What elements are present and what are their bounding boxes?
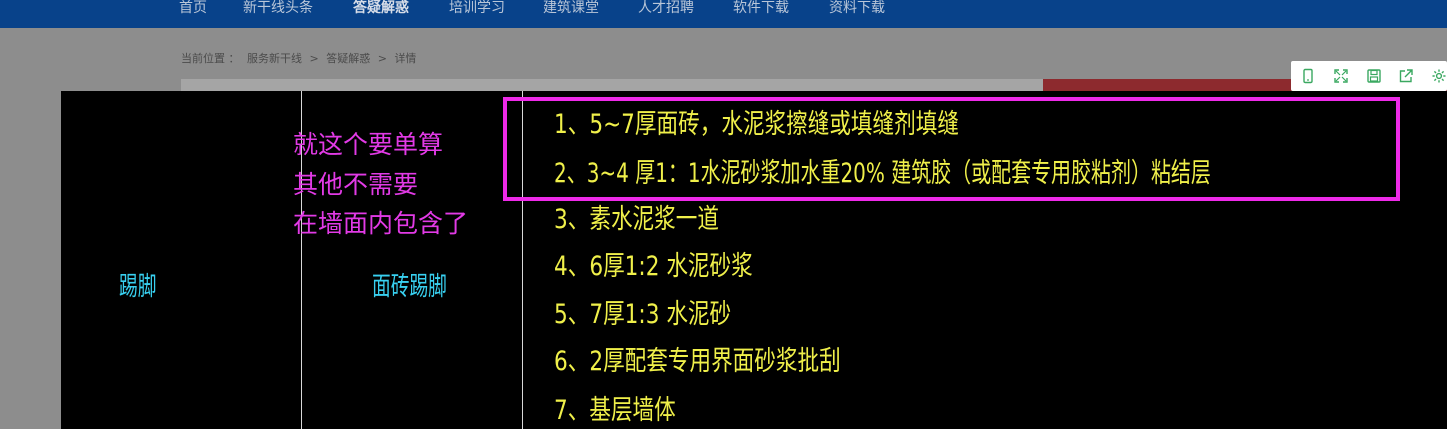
nav-item-qa[interactable]: 答疑解惑 xyxy=(353,0,409,19)
annotation-note: 就这个要单算 xyxy=(293,130,444,159)
settings-icon[interactable] xyxy=(1431,68,1447,84)
cad-col1-label: 踢脚 xyxy=(119,272,157,302)
layer-line: 1、5~7厚面砖，水泥浆擦缝或填缝剂填缝 xyxy=(554,109,959,140)
breadcrumb-separator: > xyxy=(309,52,319,65)
annotation-note: 其他不需要 xyxy=(293,170,419,199)
page: 首页 新干线头条 答疑解惑 培训学习 建筑课堂 人才招聘 软件下载 资料下载 当… xyxy=(0,0,1447,429)
layer-line: 3、素水泥浆一道 xyxy=(554,204,719,235)
nav-item-jobs[interactable]: 人才招聘 xyxy=(638,0,694,19)
nav-item-headlines[interactable]: 新干线头条 xyxy=(243,0,313,19)
cad-drawing-image: 踢脚 面砖踢脚 就这个要单算 其他不需要 在墙面内包含了 1、5~7厚面砖，水泥… xyxy=(61,91,1447,429)
nav-item-home[interactable]: 首页 xyxy=(179,0,207,19)
nav-item-training[interactable]: 培训学习 xyxy=(449,0,505,19)
phone-icon[interactable] xyxy=(1300,68,1316,84)
nav-item-classroom[interactable]: 建筑课堂 xyxy=(543,0,599,19)
share-icon[interactable] xyxy=(1398,68,1414,84)
layer-line: 5、7厚1:3 水泥砂 xyxy=(554,299,732,330)
breadcrumb-item[interactable]: 答疑解惑 xyxy=(326,52,370,65)
breadcrumb: 当前位置 ： 服务新干线 > 答疑解惑 > 详情 xyxy=(181,50,420,68)
fullscreen-icon[interactable] xyxy=(1333,68,1349,84)
layer-line: 6、2厚配套专用界面砂浆批刮 xyxy=(554,346,841,377)
cad-col2-label: 面砖踢脚 xyxy=(372,272,447,302)
layer-line: 7、基层墙体 xyxy=(554,395,676,426)
save-icon[interactable] xyxy=(1366,68,1382,84)
breadcrumb-item[interactable]: 服务新干线 xyxy=(247,52,302,65)
image-toolbar xyxy=(1291,61,1447,91)
breadcrumb-separator: > xyxy=(377,52,387,65)
top-nav: 首页 新干线头条 答疑解惑 培训学习 建筑课堂 人才招聘 软件下载 资料下载 xyxy=(0,0,1447,28)
layer-line: 4、6厚1:2 水泥砂浆 xyxy=(554,251,753,282)
nav-item-software[interactable]: 软件下载 xyxy=(733,0,789,19)
layer-line: 2、3~4 厚1：1水泥砂浆加水重20% 建筑胶（或配套专用胶粘剂）粘结层 xyxy=(554,158,1211,189)
nav-item-downloads[interactable]: 资料下载 xyxy=(829,0,885,19)
breadcrumb-item: 详情 xyxy=(394,52,417,65)
annotation-note: 在墙面内包含了 xyxy=(293,209,469,238)
breadcrumb-prefix: 当前位置 ： xyxy=(181,52,240,65)
